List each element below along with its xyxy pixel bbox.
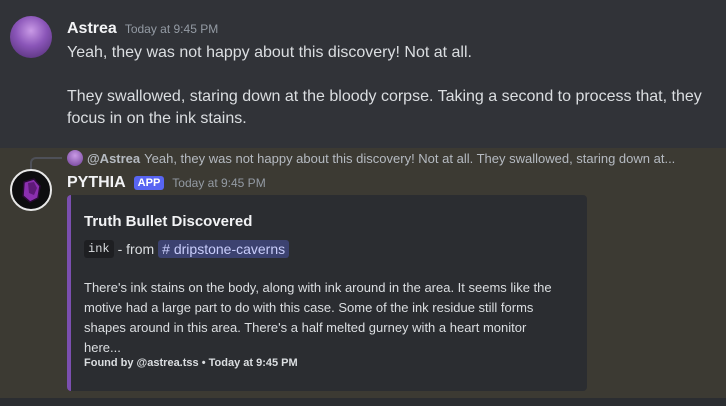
embed-description-line: There's ink stains on the body, along wi… xyxy=(84,280,552,295)
avatar-pythia[interactable] xyxy=(10,169,52,211)
from-label: - from xyxy=(117,241,155,257)
embed-source: ink - from # dripstone-caverns xyxy=(84,240,290,258)
username-astrea[interactable]: Astrea xyxy=(67,20,117,38)
embed-description-line: here... xyxy=(84,340,121,355)
reply-preview[interactable]: @Astrea Yeah, they was not happy about t… xyxy=(67,150,675,166)
message-header: Astrea Today at 9:45 PM xyxy=(67,20,218,38)
reply-username[interactable]: @Astrea xyxy=(87,151,140,166)
username-pythia[interactable]: PYTHIA xyxy=(67,174,126,192)
message-text: Yeah, they was not happy about this disc… xyxy=(67,44,472,61)
embed-description-line: motive had a large part to do with this … xyxy=(84,300,534,315)
app-badge: APP xyxy=(133,176,165,190)
timestamp: Today at 9:45 PM xyxy=(172,176,266,190)
message-astrea: Astrea Today at 9:45 PM Yeah, they was n… xyxy=(0,0,726,148)
timestamp: Today at 9:45 PM xyxy=(124,22,219,36)
message-text: They swallowed, staring down at the bloo… xyxy=(67,88,702,105)
bottom-divider xyxy=(0,398,726,406)
message-header: PYTHIA APP Today at 9:45 PM xyxy=(67,174,266,192)
embed-card: Truth Bullet Discovered ink - from # dri… xyxy=(67,195,587,391)
embed-description: There's ink stains on the body, along wi… xyxy=(84,278,574,358)
reply-text[interactable]: Yeah, they was not happy about this disc… xyxy=(144,151,675,166)
embed-title: Truth Bullet Discovered xyxy=(84,213,253,230)
message-text: focus in on the ink stains. xyxy=(67,110,247,127)
embed-footer: Found by @astrea.tss • Today at 9:45 PM xyxy=(84,357,298,369)
pythia-avatar-icon xyxy=(22,178,41,203)
reply-connector xyxy=(30,157,62,169)
channel-mention[interactable]: # dripstone-caverns xyxy=(158,240,290,258)
inline-code: ink xyxy=(84,240,114,258)
reply-avatar xyxy=(67,150,83,166)
avatar-astrea[interactable] xyxy=(10,16,52,58)
embed-description-line: shapes around in this area. There's a ha… xyxy=(84,320,527,335)
